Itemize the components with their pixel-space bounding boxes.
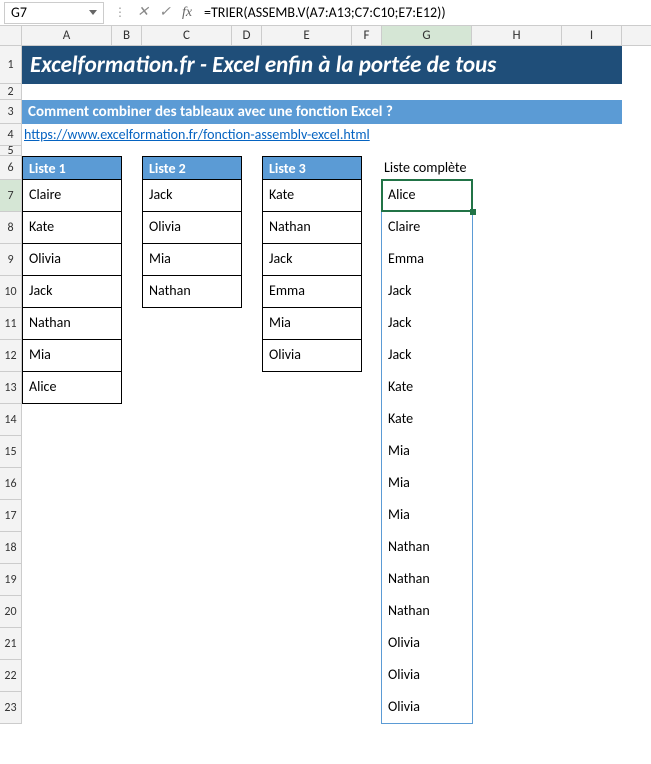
- formula-input[interactable]: =TRIER(ASSEMB.V(A7:A13;C7:C10;E7:E12)): [198, 2, 651, 24]
- list3-item-3[interactable]: Emma: [262, 276, 362, 308]
- result-item-13[interactable]: Nathan: [382, 596, 472, 628]
- title-banner: Excelformation.fr - Excel enfin à la por…: [22, 46, 622, 84]
- row-header-22[interactable]: 22: [0, 660, 22, 692]
- result-item-9[interactable]: Mia: [382, 468, 472, 500]
- list1-item-0[interactable]: Claire: [22, 180, 122, 212]
- grid: 1234567891011121314151617181920212223 Ex…: [0, 46, 651, 724]
- result-item-5[interactable]: Jack: [382, 340, 472, 372]
- row-header-16[interactable]: 16: [0, 468, 22, 500]
- row-header-17[interactable]: 17: [0, 500, 22, 532]
- cells-area[interactable]: Excelformation.fr - Excel enfin à la por…: [22, 46, 651, 724]
- confirm-formula-icon[interactable]: ✓: [154, 2, 176, 24]
- result-item-16[interactable]: Olivia: [382, 692, 472, 724]
- col-header-F[interactable]: F: [352, 26, 382, 45]
- formula-bar: G7 ⋮ ✕ ✓ fx =TRIER(ASSEMB.V(A7:A13;C7:C1…: [0, 0, 651, 26]
- col-header-I[interactable]: I: [562, 26, 622, 45]
- list1-header: Liste 1: [22, 156, 122, 180]
- row-header-18[interactable]: 18: [0, 532, 22, 564]
- name-box[interactable]: G7: [4, 2, 104, 24]
- row-headers: 1234567891011121314151617181920212223: [0, 46, 22, 724]
- row-header-2[interactable]: 2: [0, 84, 22, 100]
- row-header-9[interactable]: 9: [0, 244, 22, 276]
- row-header-19[interactable]: 19: [0, 564, 22, 596]
- result-item-11[interactable]: Nathan: [382, 532, 472, 564]
- formula-bar-separator: ⋮: [108, 5, 132, 20]
- result-item-6[interactable]: Kate: [382, 372, 472, 404]
- formula-text: =TRIER(ASSEMB.V(A7:A13;C7:C10;E7:E12)): [204, 4, 446, 21]
- list2-item-3[interactable]: Nathan: [142, 276, 242, 308]
- row-header-14[interactable]: 14: [0, 404, 22, 436]
- col-header-H[interactable]: H: [472, 26, 562, 45]
- list3-item-2[interactable]: Jack: [262, 244, 362, 276]
- row-header-10[interactable]: 10: [0, 276, 22, 308]
- list3-item-5[interactable]: Olivia: [262, 340, 362, 372]
- subtitle-banner: Comment combiner des tableaux avec une f…: [22, 100, 622, 124]
- list3-item-0[interactable]: Kate: [262, 180, 362, 212]
- row-header-1[interactable]: 1: [0, 46, 22, 84]
- result-item-2[interactable]: Emma: [382, 244, 472, 276]
- list2-header: Liste 2: [142, 156, 242, 180]
- subtitle-text: Comment combiner des tableaux avec une f…: [28, 103, 393, 121]
- row-header-21[interactable]: 21: [0, 628, 22, 660]
- col-header-D[interactable]: D: [232, 26, 262, 45]
- result-item-8[interactable]: Mia: [382, 436, 472, 468]
- col-header-A[interactable]: A: [22, 26, 112, 45]
- tutorial-link[interactable]: https://www.excelformation.fr/fonction-a…: [24, 126, 370, 143]
- result-item-12[interactable]: Nathan: [382, 564, 472, 596]
- row-header-13[interactable]: 13: [0, 372, 22, 404]
- list2-item-0[interactable]: Jack: [142, 180, 242, 212]
- list3-item-4[interactable]: Mia: [262, 308, 362, 340]
- title-text: Excelformation.fr - Excel enfin à la por…: [30, 51, 496, 79]
- select-all-corner[interactable]: [0, 26, 22, 45]
- list1-item-3[interactable]: Jack: [22, 276, 122, 308]
- list1-item-5[interactable]: Mia: [22, 340, 122, 372]
- name-box-dropdown-icon[interactable]: [89, 10, 97, 15]
- row-header-7[interactable]: 7: [0, 180, 22, 212]
- list1-item-6[interactable]: Alice: [22, 372, 122, 404]
- list2-item-1[interactable]: Olivia: [142, 212, 242, 244]
- row-header-5[interactable]: 5: [0, 146, 22, 156]
- fx-icon[interactable]: fx: [176, 2, 198, 24]
- list3-header: Liste 3: [262, 156, 362, 180]
- result-item-1[interactable]: Claire: [382, 212, 472, 244]
- result-item-4[interactable]: Jack: [382, 308, 472, 340]
- list1-item-2[interactable]: Olivia: [22, 244, 122, 276]
- row-header-3[interactable]: 3: [0, 100, 22, 124]
- list1-item-4[interactable]: Nathan: [22, 308, 122, 340]
- result-item-3[interactable]: Jack: [382, 276, 472, 308]
- col-header-G[interactable]: G: [382, 26, 472, 45]
- result-item-15[interactable]: Olivia: [382, 660, 472, 692]
- row-header-23[interactable]: 23: [0, 692, 22, 724]
- row-header-8[interactable]: 8: [0, 212, 22, 244]
- col-header-E[interactable]: E: [262, 26, 352, 45]
- row-header-12[interactable]: 12: [0, 340, 22, 372]
- row-header-11[interactable]: 11: [0, 308, 22, 340]
- result-item-14[interactable]: Olivia: [382, 628, 472, 660]
- row-header-15[interactable]: 15: [0, 436, 22, 468]
- row-header-6[interactable]: 6: [0, 156, 22, 180]
- col-header-B[interactable]: B: [112, 26, 142, 45]
- list1-item-1[interactable]: Kate: [22, 212, 122, 244]
- result-item-7[interactable]: Kate: [382, 404, 472, 436]
- col-header-C[interactable]: C: [142, 26, 232, 45]
- result-header[interactable]: Liste complète: [382, 156, 492, 180]
- row-header-20[interactable]: 20: [0, 596, 22, 628]
- list2-item-2[interactable]: Mia: [142, 244, 242, 276]
- result-item-10[interactable]: Mia: [382, 500, 472, 532]
- cancel-formula-icon[interactable]: ✕: [132, 2, 154, 24]
- name-box-value: G7: [11, 4, 27, 21]
- list3-item-1[interactable]: Nathan: [262, 212, 362, 244]
- column-headers: A B C D E F G H I: [0, 26, 651, 46]
- result-item-0[interactable]: Alice: [382, 180, 472, 212]
